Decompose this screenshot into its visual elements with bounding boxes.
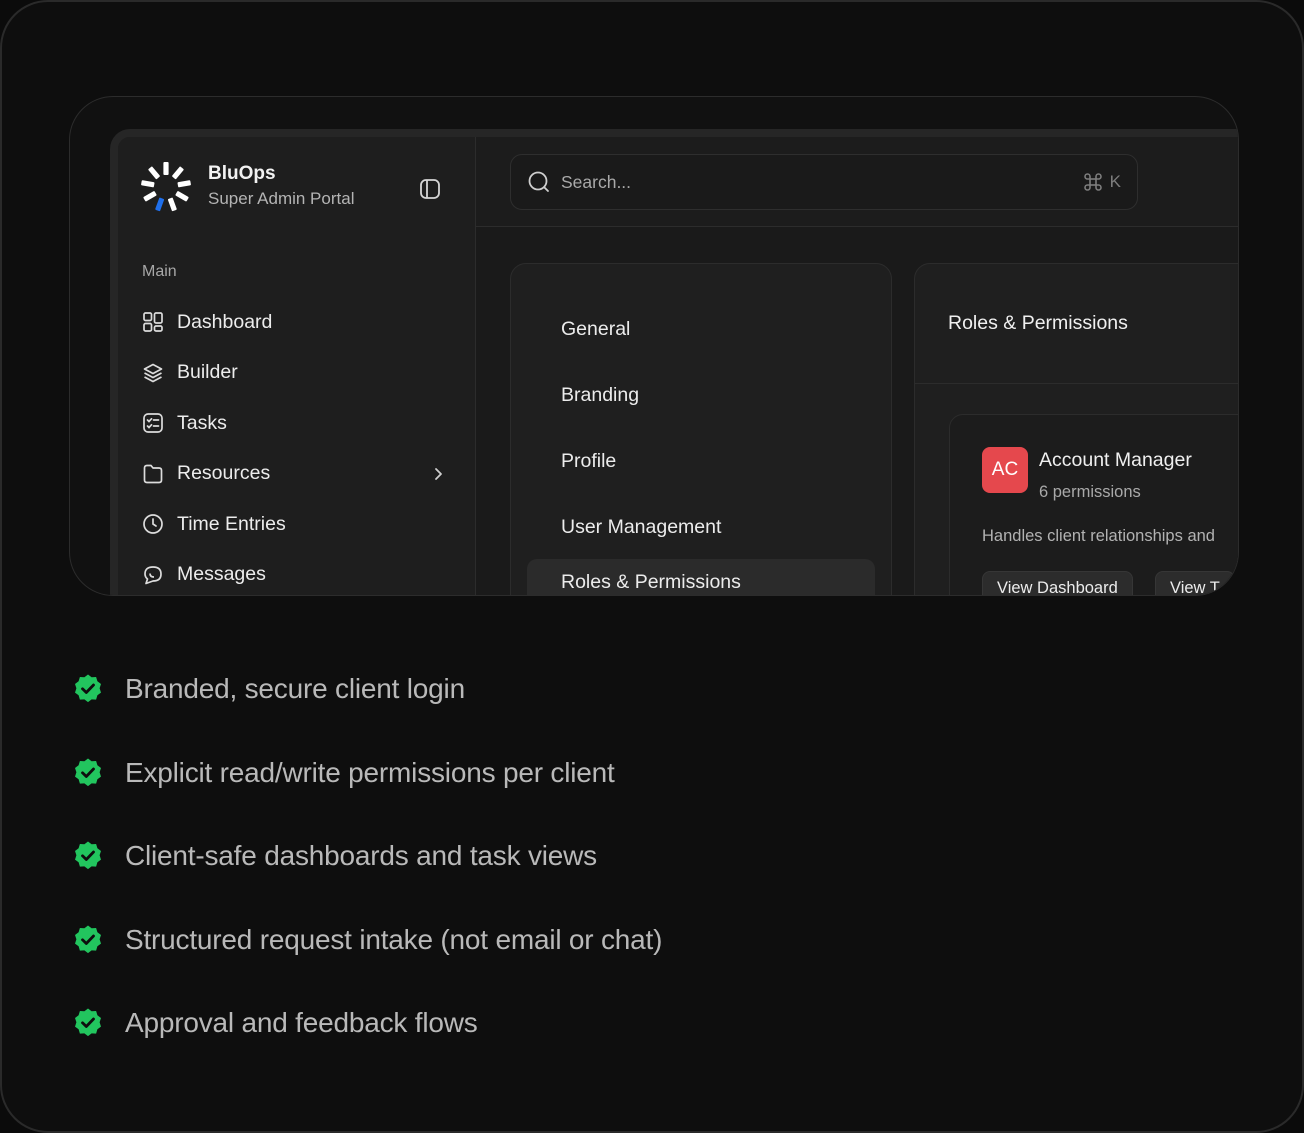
view-tasks-button[interactable]: View T: [1155, 571, 1235, 595]
search-bar[interactable]: K: [510, 154, 1138, 210]
app-preview-frame: BluOps Super Admin Portal Main Dashboard…: [69, 96, 1239, 596]
role-description: Handles client relationships and: [982, 527, 1215, 545]
checklist-icon: [142, 412, 164, 434]
settings-item-profile[interactable]: Profile: [527, 434, 875, 488]
feature-text: Explicit read/write permissions per clie…: [125, 756, 615, 788]
role-name: Account Manager: [1039, 449, 1192, 471]
bluops-logo-icon: [141, 162, 191, 212]
check-badge-icon: [75, 841, 101, 870]
sidebar-item-label: Messages: [177, 563, 266, 586]
sidebar-item-tasks[interactable]: Tasks: [142, 398, 448, 449]
sidebar-item-label: Time Entries: [177, 512, 286, 535]
sidebar-item-dashboard[interactable]: Dashboard: [142, 297, 448, 348]
shortcut-key: K: [1109, 172, 1121, 191]
search-shortcut: K: [1082, 171, 1121, 193]
search-input[interactable]: [561, 171, 1082, 193]
roles-panel: Roles & Permissions AC Account Manager 6…: [914, 263, 1238, 595]
settings-nav: General Branding Profile User Management…: [510, 263, 892, 595]
settings-item-branding[interactable]: Branding: [527, 368, 875, 422]
feature-text: Structured request intake (not email or …: [125, 923, 663, 955]
settings-item-user-management[interactable]: User Management: [527, 500, 875, 554]
feature-item: Structured request intake (not email or …: [72, 915, 662, 999]
check-badge-icon: [75, 925, 101, 953]
feature-item: Branded, secure client login: [72, 664, 662, 748]
feature-text: Client-safe dashboards and task views: [125, 840, 597, 871]
role-card[interactable]: AC Account Manager 6 permissions Handles…: [949, 414, 1238, 595]
top-bar: K: [476, 137, 1238, 227]
sidebar-item-label: Builder: [177, 361, 238, 384]
settings-item-general[interactable]: General: [527, 302, 875, 356]
dashboard-grid-icon: [142, 311, 164, 333]
feature-item: Explicit read/write permissions per clie…: [72, 748, 662, 832]
feature-item: Client-safe dashboards and task views: [72, 831, 662, 915]
check-badge-icon: [75, 758, 101, 786]
folder-icon: [142, 463, 164, 485]
chevron-right-icon[interactable]: [428, 464, 448, 484]
app-window: BluOps Super Admin Portal Main Dashboard…: [110, 129, 1238, 596]
feature-text: Branded, secure client login: [125, 673, 465, 704]
sidebar-toggle-icon[interactable]: [418, 177, 442, 201]
feature-card: BluOps Super Admin Portal Main Dashboard…: [0, 0, 1304, 1133]
nav-section-label: Main: [142, 263, 177, 280]
sidebar-item-resources[interactable]: Resources: [142, 449, 448, 500]
sidebar-item-label: Dashboard: [177, 310, 273, 333]
search-icon: [528, 171, 549, 192]
role-avatar: AC: [982, 447, 1028, 493]
check-badge-icon: [75, 674, 101, 703]
view-dashboard-button[interactable]: View Dashboard: [982, 571, 1133, 595]
sidebar: BluOps Super Admin Portal Main Dashboard…: [118, 137, 476, 596]
sidebar-item-label: Resources: [177, 462, 271, 485]
sidebar-item-builder[interactable]: Builder: [142, 348, 448, 399]
sidebar-item-label: Tasks: [177, 411, 227, 434]
role-permission-count: 6 permissions: [1039, 483, 1141, 501]
feature-list: Branded, secure client login Explicit re…: [72, 664, 662, 1082]
clock-icon: [142, 513, 164, 535]
settings-item-roles-permissions[interactable]: Roles & Permissions: [527, 559, 875, 595]
feature-item: Approval and feedback flows: [72, 998, 662, 1082]
sidebar-item-messages[interactable]: Messages: [142, 550, 448, 596]
roles-panel-title: Roles & Permissions: [915, 264, 1238, 384]
brand: BluOps Super Admin Portal: [140, 161, 354, 213]
sidebar-item-time-entries[interactable]: Time Entries: [142, 499, 448, 550]
layers-icon: [142, 362, 164, 384]
brand-subtitle: Super Admin Portal: [208, 189, 355, 208]
check-badge-icon: [75, 1008, 101, 1037]
command-icon: [1083, 173, 1102, 191]
brand-name: BluOps: [208, 163, 276, 184]
settings-content: General Branding Profile User Management…: [476, 227, 1238, 595]
sidebar-nav: Dashboard Builder Tasks Resources Time E…: [142, 297, 448, 596]
chat-icon: [142, 564, 164, 586]
feature-text: Approval and feedback flows: [125, 1007, 478, 1038]
